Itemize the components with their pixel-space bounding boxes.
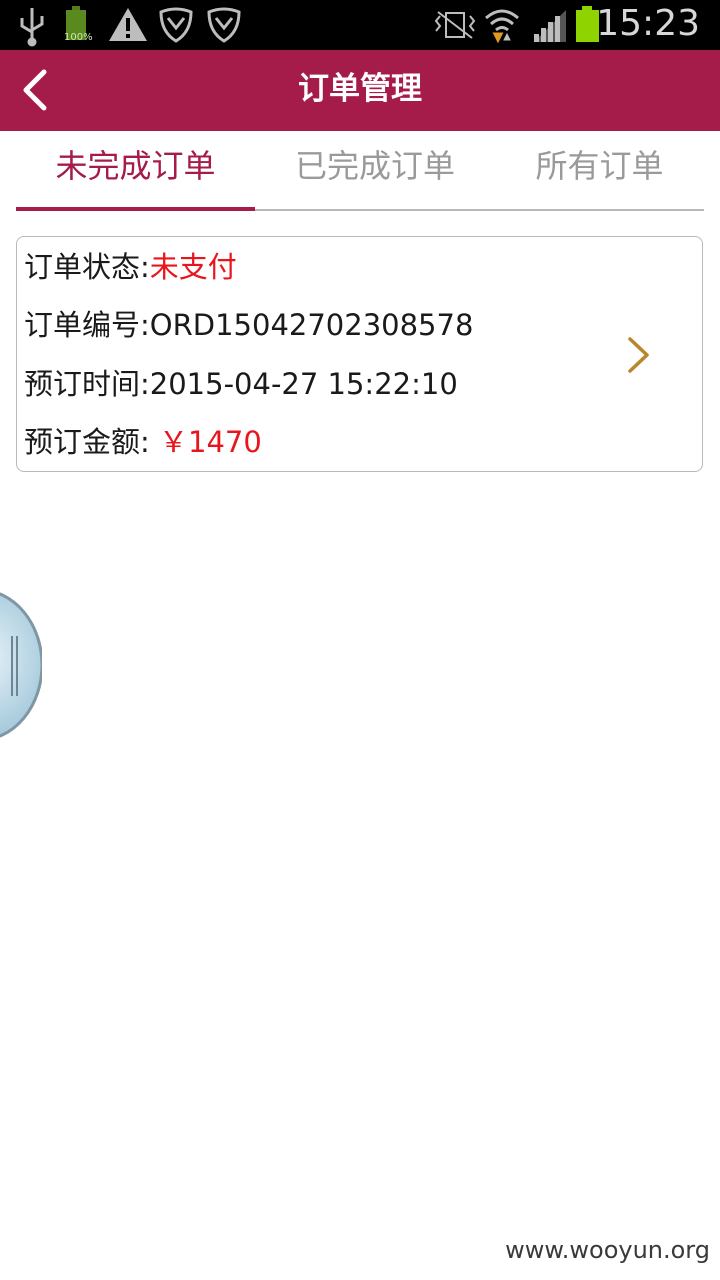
active-tab-indicator — [16, 207, 255, 211]
battery-percent: 100% — [64, 32, 93, 43]
tab-incomplete-orders[interactable]: 未完成订单 — [16, 131, 255, 209]
order-number-label: 订单编号: — [24, 308, 150, 342]
status-time: 15:23 — [596, 3, 700, 44]
order-time-row: 预订时间:2015-04-27 15:22:10 — [24, 364, 458, 404]
back-button[interactable] — [14, 66, 60, 116]
order-status-row: 订单状态:未支付 — [24, 247, 237, 287]
order-number-value: ORD15042702308578 — [149, 308, 474, 342]
vibrate-icon — [434, 11, 476, 39]
order-number-row: 订单编号:ORD15042702308578 — [24, 305, 473, 345]
order-card[interactable]: 订单状态:未支付 订单编号:ORD15042702308578 预订时间:201… — [16, 236, 703, 472]
app-header: 订单管理 — [0, 50, 720, 131]
shield-icon — [159, 7, 193, 43]
wifi-icon — [485, 9, 519, 44]
signal-icon — [534, 10, 566, 42]
watermark: www.wooyun.org — [505, 1236, 710, 1264]
chevron-right-icon — [628, 337, 649, 373]
floating-side-handle[interactable] — [0, 588, 44, 743]
status-bar: 100% 15:23 — [0, 0, 720, 50]
page-title: 订单管理 — [298, 71, 422, 107]
order-time-label: 预订时间: — [24, 367, 150, 401]
usb-icon — [20, 8, 44, 47]
order-amount-row: 预订金额: ￥1470 — [24, 422, 262, 462]
order-management-screen: 100% 15:23 订单管理 未完成订单 已完成订单 所有订单 订单状态:未支… — [0, 0, 720, 1280]
tab-all-orders[interactable]: 所有订单 — [495, 131, 704, 209]
shield-icon — [207, 7, 241, 43]
warning-icon — [109, 8, 147, 41]
order-status-label: 订单状态: — [24, 250, 150, 284]
back-arrow-icon — [23, 69, 47, 111]
order-time-value: 2015-04-27 15:22:10 — [149, 367, 458, 401]
drag-handle-icon — [0, 592, 44, 738]
order-status-value: 未支付 — [149, 250, 237, 284]
order-amount-label: 预订金额: — [24, 425, 150, 459]
order-tabs: 未完成订单 已完成订单 所有订单 — [16, 131, 704, 211]
order-amount-value: ￥1470 — [159, 425, 262, 459]
tab-completed-orders[interactable]: 已完成订单 — [255, 131, 495, 209]
